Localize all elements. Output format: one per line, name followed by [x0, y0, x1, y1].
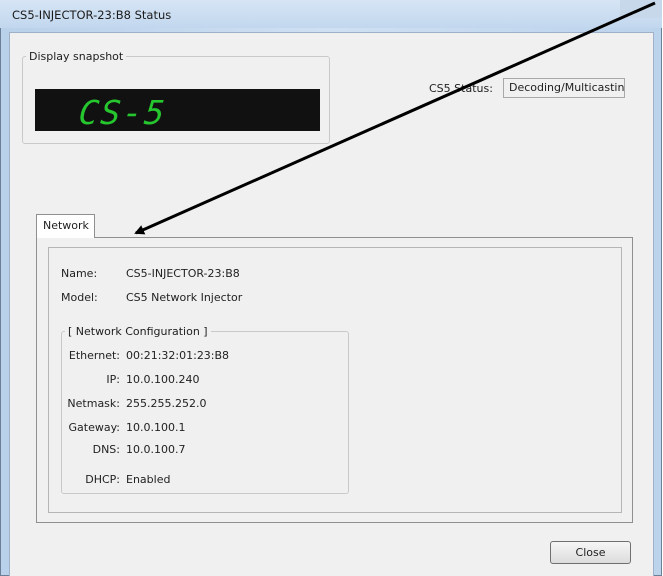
annotation-arrow	[134, 1, 656, 235]
